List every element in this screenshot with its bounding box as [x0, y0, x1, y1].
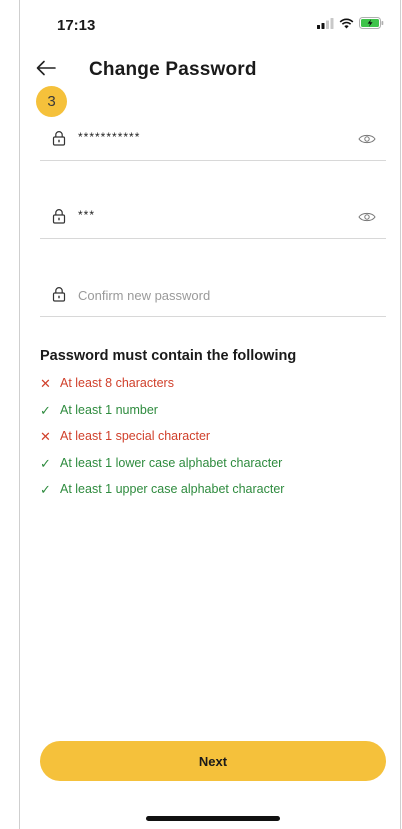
lock-icon — [52, 131, 66, 146]
requirement-item-upper-case: ✓ At least 1 upper case alphabet charact… — [40, 482, 284, 509]
next-button[interactable]: Next — [40, 741, 386, 781]
lock-icon — [52, 209, 66, 224]
check-icon: ✓ — [40, 455, 51, 471]
requirement-item-number: ✓ At least 1 number — [40, 403, 284, 430]
confirm-password-placeholder: Confirm new password — [78, 288, 211, 303]
lock-icon — [52, 287, 66, 302]
requirement-text: At least 1 lower case alphabet character — [60, 455, 283, 470]
current-password-value: *********** — [78, 130, 141, 144]
requirement-text: At least 1 upper case alphabet character — [60, 482, 285, 496]
status-bar: 17:13 — [19, 0, 400, 50]
requirements-title: Password must contain the following — [40, 348, 297, 364]
status-icons — [317, 17, 384, 29]
back-button[interactable] — [35, 58, 65, 84]
requirements-list: ✕ At least 8 characters ✓ At least 1 num… — [40, 376, 284, 509]
requirement-text: At least 1 special character — [60, 429, 211, 443]
device-frame-left — [19, 0, 20, 829]
app-header: Change Password — [19, 50, 400, 94]
check-icon: ✓ — [40, 402, 51, 418]
home-indicator — [146, 816, 280, 821]
device-frame-right — [400, 0, 401, 829]
step-badge: 3 — [36, 86, 67, 117]
page-title: Change Password — [89, 59, 257, 80]
new-password-value: *** — [78, 208, 96, 222]
signal-icon — [317, 17, 334, 29]
requirement-item-min-length: ✕ At least 8 characters — [40, 376, 284, 403]
arrow-left-icon — [36, 60, 56, 76]
eye-icon[interactable] — [358, 211, 376, 223]
new-password-field[interactable]: *** — [40, 198, 386, 239]
battery-charging-icon — [359, 17, 384, 29]
status-time: 17:13 — [57, 17, 96, 34]
confirm-password-field[interactable]: Confirm new password — [40, 276, 386, 317]
requirement-item-special-character: ✕ At least 1 special character — [40, 429, 284, 456]
requirement-item-lower-case: ✓ At least 1 lower case alphabet charact… — [40, 456, 284, 483]
requirement-text: At least 8 characters — [60, 376, 174, 390]
cross-icon: ✕ — [40, 429, 51, 444]
wifi-icon — [339, 18, 354, 28]
current-password-field[interactable]: *********** — [40, 120, 386, 161]
cross-icon: ✕ — [40, 376, 51, 391]
check-icon: ✓ — [40, 482, 51, 497]
eye-icon[interactable] — [358, 133, 376, 145]
requirement-text: At least 1 number — [60, 402, 158, 417]
